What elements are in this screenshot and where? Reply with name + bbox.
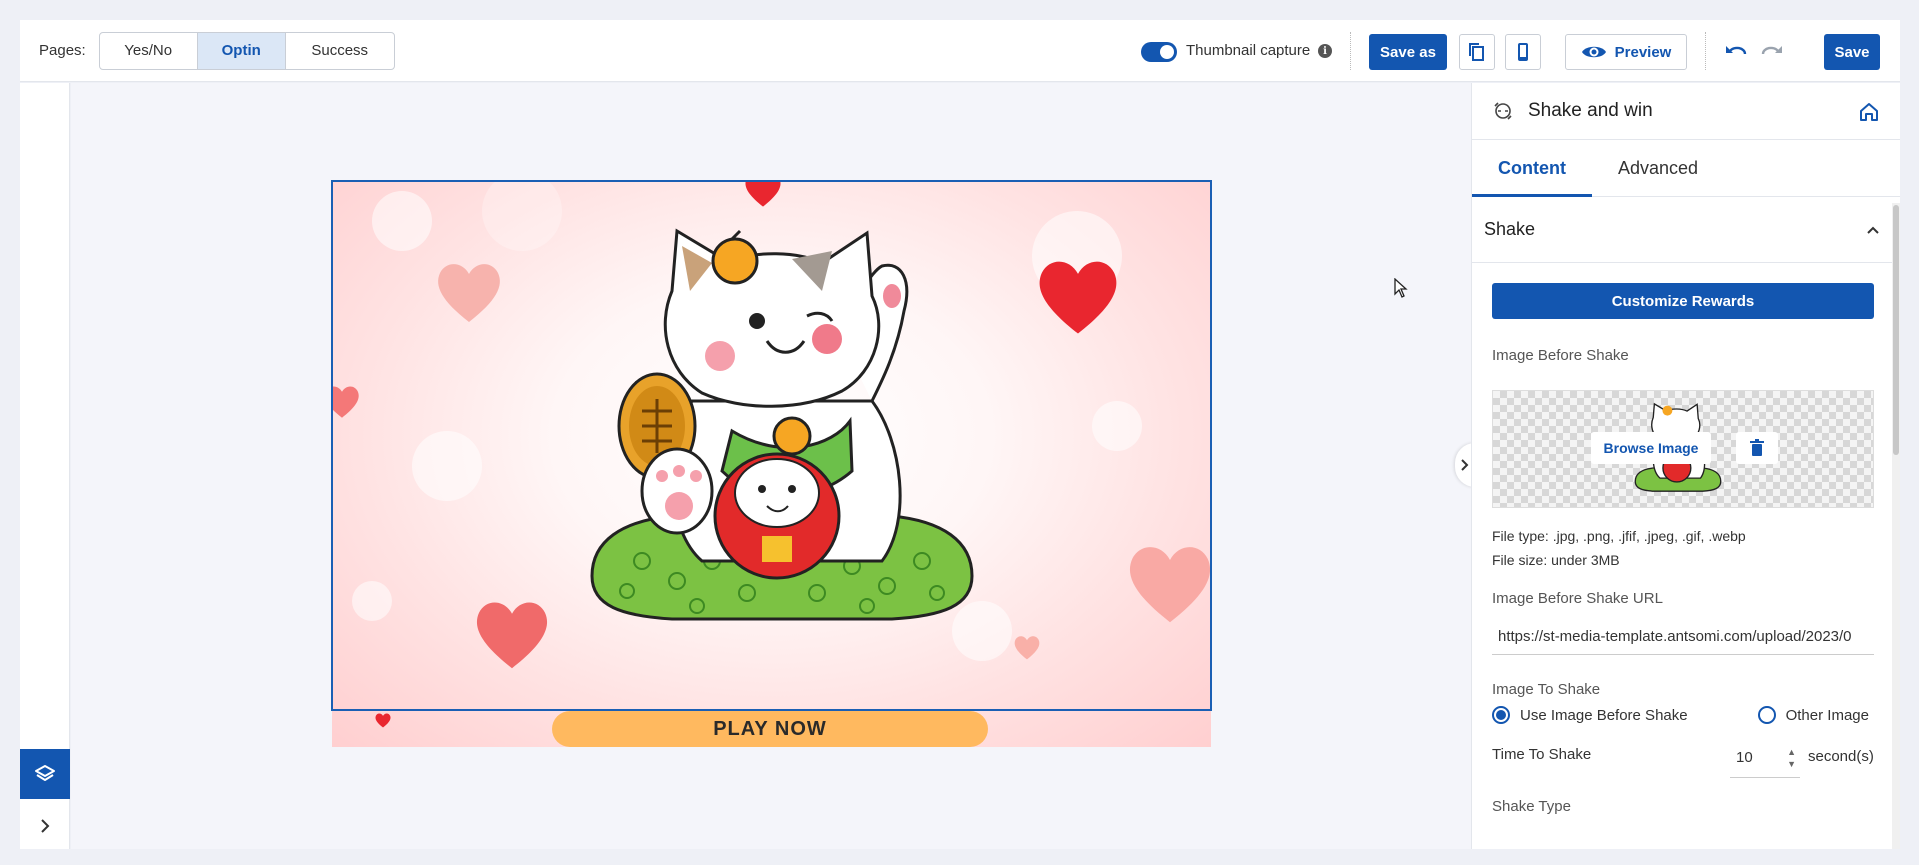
panel-header: Shake and win (1472, 83, 1900, 140)
mobile-view-button[interactable] (1505, 34, 1541, 70)
panel-tabs: Content Advanced (1472, 140, 1900, 197)
play-now-button[interactable]: PLAY NOW (552, 711, 988, 747)
toolbar-divider (1350, 32, 1351, 70)
image-before-shake-label: Image Before Shake (1492, 347, 1629, 364)
panel-scrollbar[interactable] (1892, 203, 1900, 849)
top-toolbar: Pages: Yes/No Optin Success Thumbnail ca… (20, 20, 1900, 82)
time-unit-label: second(s) (1808, 748, 1874, 765)
editor-canvas: PLAY NOW (71, 83, 1471, 849)
heart-decoration (476, 602, 548, 669)
section-title: Shake (1484, 219, 1536, 239)
layers-button[interactable] (20, 749, 70, 799)
image-url-label: Image Before Shake URL (1492, 590, 1663, 607)
heart-decoration (745, 181, 781, 207)
bokeh-decoration (352, 581, 392, 621)
heart-decoration (1014, 636, 1040, 660)
trash-icon (1750, 439, 1764, 456)
shake-type-label: Shake Type (1492, 798, 1571, 815)
preview-label: Preview (1614, 43, 1672, 61)
browse-image-button[interactable]: Browse Image (1591, 432, 1711, 464)
bokeh-decoration (372, 191, 432, 251)
heart-decoration (438, 264, 500, 322)
shake-and-win-block[interactable]: PLAY NOW (332, 181, 1211, 747)
layers-icon (35, 765, 55, 781)
left-rail (20, 83, 70, 849)
heart-decoration (332, 386, 359, 418)
duplicate-icon (1469, 43, 1484, 61)
shake-section-header[interactable]: Shake (1472, 197, 1900, 263)
eye-icon (1581, 46, 1606, 58)
image-url-input[interactable]: https://st-media-template.antsomi.com/up… (1492, 619, 1874, 655)
mobile-icon (1518, 43, 1528, 61)
info-icon[interactable]: i (1318, 44, 1332, 58)
bokeh-decoration (1092, 401, 1142, 451)
save-as-button[interactable]: Save as (1369, 34, 1447, 70)
image-to-shake-options: Use Image Before Shake Other Image (1492, 706, 1880, 724)
tab-advanced[interactable]: Advanced (1592, 140, 1724, 196)
heart-decoration (1129, 547, 1211, 623)
thumbnail-capture-label: Thumbnail capture (1186, 42, 1311, 59)
image-to-shake-label: Image To Shake (1492, 681, 1601, 698)
delete-image-button[interactable] (1736, 432, 1778, 464)
properties-panel: Shake and win Content Advanced Shake Cus… (1471, 83, 1900, 849)
chevron-right-icon (41, 819, 50, 833)
tab-content[interactable]: Content (1472, 140, 1592, 197)
radio-label: Other Image (1785, 706, 1869, 724)
bokeh-decoration (482, 181, 562, 251)
save-button[interactable]: Save (1824, 34, 1880, 70)
page-tab-yes-no[interactable]: Yes/No (100, 32, 198, 69)
expand-sidebar-button[interactable] (20, 803, 70, 849)
undo-icon[interactable] (1725, 42, 1747, 62)
duplicate-button[interactable] (1459, 34, 1495, 70)
time-to-shake-stepper[interactable]: 10 ▲ ▼ (1730, 738, 1800, 778)
chevron-right-icon (1461, 459, 1469, 471)
radio-other-image[interactable] (1757, 706, 1776, 724)
home-icon[interactable] (1858, 101, 1880, 123)
scrollbar-thumb[interactable] (1893, 205, 1899, 455)
preview-button[interactable]: Preview (1565, 34, 1687, 70)
image-before-shake-preview: Browse Image (1492, 390, 1874, 508)
shake-section-body: Customize Rewards Image Before Shake Bro… (1472, 263, 1900, 815)
file-info: File type: .jpg, .png, .jfif, .jpeg, .gi… (1492, 524, 1880, 572)
stepper-arrows-icon[interactable]: ▲ ▼ (1787, 746, 1796, 770)
file-type-text: File type: .jpg, .png, .jfif, .jpeg, .gi… (1492, 528, 1746, 544)
lucky-cat-illustration (590, 228, 974, 621)
pages-switcher: Yes/No Optin Success (98, 31, 395, 70)
heart-decoration (1039, 261, 1117, 334)
toolbar-divider (1705, 32, 1706, 70)
redo-icon[interactable] (1761, 42, 1783, 62)
chevron-up-icon (1867, 226, 1879, 234)
file-size-text: File size: under 3MB (1492, 552, 1620, 568)
bokeh-decoration (412, 431, 482, 501)
customize-rewards-button[interactable]: Customize Rewards (1492, 283, 1874, 319)
radio-label: Use Image Before Shake (1520, 706, 1688, 724)
heart-decoration (375, 713, 391, 728)
mouse-cursor-icon (1394, 278, 1408, 298)
radio-use-image-before-shake[interactable] (1492, 706, 1510, 724)
time-to-shake-label: Time To Shake (1492, 746, 1592, 763)
page-tab-success[interactable]: Success (286, 33, 394, 69)
page-tab-optin[interactable]: Optin (197, 32, 286, 69)
time-to-shake-value: 10 (1736, 749, 1753, 766)
shake-block-icon (1494, 102, 1512, 120)
pages-label: Pages: (39, 42, 86, 59)
panel-title: Shake and win (1528, 100, 1653, 121)
time-to-shake-row: Time To Shake 10 ▲ ▼ second(s) (1492, 736, 1880, 782)
thumbnail-capture-toggle[interactable] (1141, 42, 1177, 62)
